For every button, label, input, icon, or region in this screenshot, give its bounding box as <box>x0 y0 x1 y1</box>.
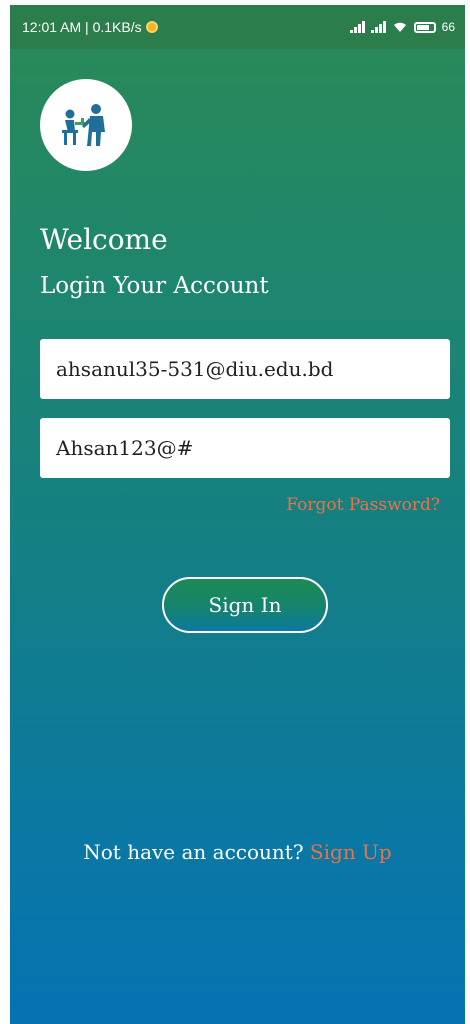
sign-in-label: Sign In <box>208 593 282 617</box>
sign-up-link[interactable]: Sign Up <box>310 840 392 864</box>
status-left: 12:01 AM | 0.1KB/s <box>22 19 158 35</box>
wifi-icon <box>393 22 406 32</box>
signal-icon-2 <box>370 21 386 33</box>
status-right: 66 <box>349 20 455 34</box>
forgot-password-link[interactable]: Forgot Password? <box>286 495 440 515</box>
email-field[interactable]: ahsanul35-531@diu.edu.bd <box>40 339 450 399</box>
password-value: Ahsan123@# <box>56 436 194 460</box>
status-time-speed: 12:01 AM | 0.1KB/s <box>22 19 142 35</box>
battery-icon <box>413 21 436 33</box>
status-bar: 12:01 AM | 0.1KB/s 66 <box>10 5 465 49</box>
avatar <box>40 79 132 171</box>
signal-icon <box>349 21 365 33</box>
no-account-text: Not have an account? <box>83 840 304 864</box>
password-field[interactable]: Ahsan123@# <box>40 418 450 478</box>
email-value: ahsanul35-531@diu.edu.bd <box>56 357 334 381</box>
notification-icon <box>145 21 158 33</box>
app-screen: 12:01 AM | 0.1KB/s 66 Welcome Login Your… <box>10 5 465 1024</box>
signup-prompt: Not have an account? Sign Up <box>10 840 465 864</box>
login-subtitle: Login Your Account <box>40 273 269 299</box>
welcome-heading: Welcome <box>40 223 168 256</box>
sign-in-button[interactable]: Sign In <box>162 577 328 633</box>
teacher-student-icon <box>62 104 105 146</box>
battery-level: 66 <box>441 20 455 34</box>
